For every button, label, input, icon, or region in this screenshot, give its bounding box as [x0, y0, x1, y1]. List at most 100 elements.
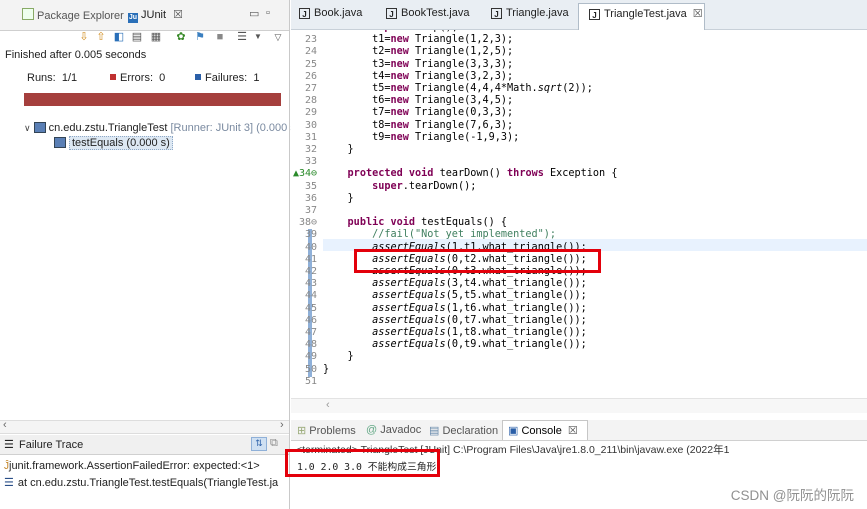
code-line[interactable]: super.tearDown(); [323, 181, 476, 192]
line-number: 26 [304, 70, 317, 82]
code-line[interactable]: assertEquals(0,t9.what_triangle()); [323, 339, 587, 350]
tree-item-testclass[interactable]: ∨ cn.edu.zstu.TriangleTest [Runner: JUnit… [24, 121, 296, 135]
code-line[interactable]: assertEquals(5,t5.what_triangle()); [323, 290, 587, 301]
line-number: 27 [304, 83, 317, 94]
code-line[interactable]: public void testEquals() { [323, 217, 508, 228]
compare-icon[interactable]: ⧉ [270, 437, 278, 450]
line-number: 49 [304, 351, 317, 363]
rerun-test-icon[interactable]: ✿ [173, 30, 189, 44]
failure-trace-icon: ☰ [4, 439, 14, 451]
show-failures-only-icon[interactable]: ◧ [111, 30, 127, 44]
java-file-icon: J [589, 9, 600, 20]
filter-stack-icon[interactable]: ⇅ [251, 437, 267, 451]
line-number: 47 [304, 327, 317, 338]
trace-line-1[interactable]: Ĵjunit.framework.AssertionFailedError: e… [4, 460, 260, 472]
code-line[interactable]: } [323, 144, 354, 155]
code-line[interactable]: assertEquals(3,t4.what_triangle()); [323, 278, 587, 289]
highlight-box-output [285, 449, 440, 477]
declaration-icon: ▤ [429, 425, 440, 437]
tab-junit[interactable]: Ju JUnit ☒ [128, 8, 183, 23]
tab-console[interactable]: ▣ Console ☒ [508, 424, 578, 437]
failures-counter: Failures: 1 [195, 72, 259, 84]
close-tab-icon[interactable]: ☒ [693, 8, 703, 20]
tab-javadoc[interactable]: @ Javadoc [366, 424, 421, 436]
line-number: 51 [304, 375, 317, 387]
scroll-left-icon[interactable]: ‹ [326, 399, 330, 411]
code-line[interactable]: } [323, 193, 354, 204]
failed-test-icon [54, 137, 66, 148]
code-line[interactable]: } [323, 364, 329, 375]
close-tab-icon[interactable]: ☒ [173, 9, 183, 21]
editor-horizontal-scrollbar[interactable]: ‹ [291, 398, 867, 413]
code-line[interactable]: t4=new Triangle(3,2,3); [323, 71, 513, 82]
previous-failure-icon[interactable]: ⇧ [93, 30, 109, 44]
rerun-failed-first-icon[interactable]: ⚑ [192, 30, 208, 44]
code-line[interactable]: t3=new Triangle(3,3,3); [323, 59, 513, 70]
line-number: 37 [304, 205, 317, 216]
next-failure-icon[interactable]: ⇩ [76, 30, 92, 44]
tab-declaration[interactable]: ▤ Declaration [429, 424, 498, 437]
line-number: 25 [304, 58, 317, 70]
run-status: Finished after 0.005 seconds [5, 49, 147, 61]
code-line[interactable]: t1=new Triangle(1,2,3); [323, 34, 513, 45]
chevron-down-icon[interactable]: ▼ [250, 30, 266, 44]
highlight-box-assert [354, 249, 601, 273]
maximize-icon[interactable]: ▫ [266, 7, 270, 19]
minimize-icon[interactable]: ▭ [249, 7, 259, 20]
history-icon[interactable]: ▦ [148, 30, 164, 44]
code-line[interactable]: t7=new Triangle(0,3,3); [323, 107, 513, 118]
line-number: 45 [304, 302, 317, 314]
trace-line-2[interactable]: ☰ at cn.edu.zstu.TriangleTest.testEquals(… [4, 476, 278, 489]
code-line[interactable]: t9=new Triangle(-1,9,3); [323, 132, 519, 143]
line-number: 41 [304, 253, 317, 265]
tab-booktest-java[interactable]: J BookTest.java [386, 7, 469, 19]
code-line[interactable]: assertEquals(1,t6.what_triangle()); [323, 303, 587, 314]
line-number: 31 [304, 131, 317, 143]
runs-counter: Runs: 1/1 [27, 72, 78, 84]
counters-row: Runs: 1/1 Errors: 0 Failures: 1 [5, 70, 285, 86]
line-number: 48 [304, 339, 317, 351]
code-line[interactable]: t5=new Triangle(4,4,4*Math.sqrt(2)); [323, 83, 593, 94]
line-number: 35 [304, 180, 317, 192]
stop-icon[interactable]: ■ [212, 30, 228, 44]
scroll-right-icon[interactable]: › [280, 419, 284, 431]
code-line[interactable]: t2=new Triangle(1,2,5); [323, 46, 513, 57]
code-line[interactable]: } [323, 351, 354, 362]
tab-triangletest-java[interactable]: J TriangleTest.java ☒ [589, 7, 703, 20]
code-line[interactable]: assertEquals(1,t8.what_triangle()); [323, 327, 587, 338]
tab-problems[interactable]: ⊞ Problems [297, 424, 356, 437]
tree-item-testequals[interactable]: testEquals (0.000 s) [54, 136, 173, 150]
line-number: 46 [304, 314, 317, 326]
line-number: 43 [304, 278, 317, 290]
line-number: 28 [304, 95, 317, 107]
layout-menu-icon[interactable]: ☰ [234, 30, 250, 44]
java-file-icon: J [386, 8, 397, 19]
code-editor[interactable]: 22 super.setUp();23 t1=new Triangle(1,2,… [291, 22, 867, 414]
close-tab-icon[interactable]: ☒ [568, 425, 578, 437]
line-number: 42 [304, 266, 317, 277]
line-number: 40 [304, 241, 317, 253]
horizontal-scrollbar[interactable]: ‹ › [0, 419, 289, 434]
error-icon [110, 74, 116, 80]
junit-icon: Ju [128, 13, 138, 23]
tab-triangle-java[interactable]: J Triangle.java [491, 7, 569, 19]
tab-package-explorer[interactable]: Package Explorer [22, 8, 124, 22]
console-tab-bar: ⊞ Problems @ Javadoc ▤ Declaration ▣ Con… [291, 420, 867, 441]
line-number: 39 [304, 229, 317, 241]
code-line[interactable]: //fail("Not yet implemented"); [323, 229, 556, 240]
problems-icon: ⊞ [297, 425, 307, 437]
junit-view: Package Explorer Ju JUnit ☒ ▭ ▫ ⇩ ⇧ ◧ ▤ ▦… [0, 0, 296, 509]
scroll-left-icon[interactable]: ‹ [3, 419, 7, 431]
javadoc-icon: @ [366, 424, 378, 436]
scroll-lock-icon[interactable]: ▤ [129, 30, 145, 44]
code-line[interactable]: t6=new Triangle(3,4,5); [323, 95, 513, 106]
java-file-icon: J [299, 8, 310, 19]
line-number: 33 [304, 156, 317, 168]
code-line[interactable]: protected void tearDown() throws Excepti… [323, 168, 618, 179]
code-line[interactable]: assertEquals(0,t7.what_triangle()); [323, 315, 587, 326]
tab-book-java[interactable]: J Book.java [299, 7, 362, 19]
progress-bar [24, 93, 281, 106]
code-line[interactable]: t8=new Triangle(7,6,3); [323, 120, 513, 131]
chevron-down-icon[interactable]: ∨ [24, 123, 31, 133]
view-menu-icon[interactable]: ▽ [270, 30, 286, 44]
